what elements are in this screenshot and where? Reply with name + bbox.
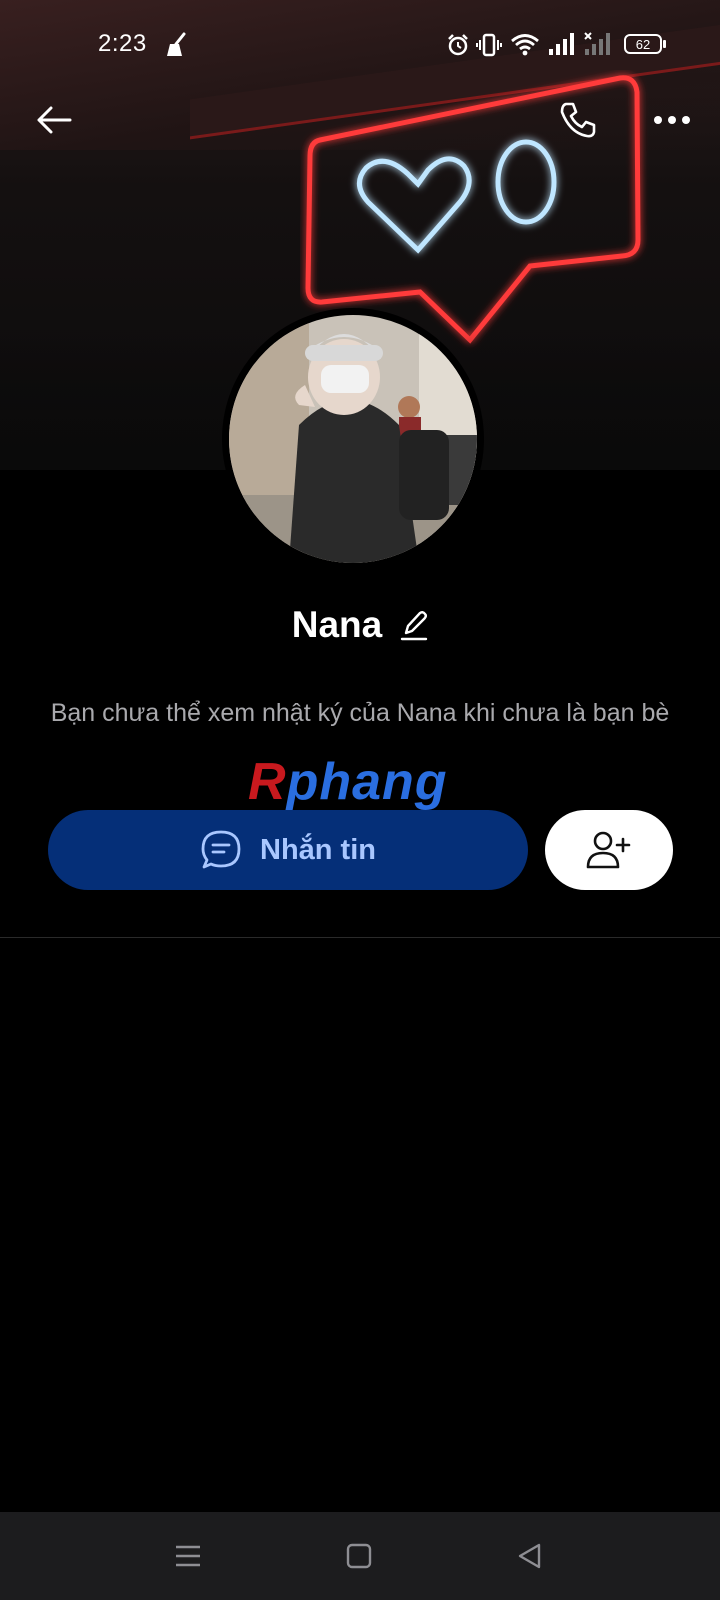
battery-level: 62 <box>635 36 651 52</box>
avatar-photo <box>229 315 477 563</box>
user-plus-icon <box>586 831 631 869</box>
signal-no-sim-icon <box>584 32 610 55</box>
system-nav-bar <box>0 1512 720 1600</box>
back-button[interactable] <box>30 96 78 144</box>
vibrate-icon <box>476 33 502 57</box>
battery-tip <box>663 40 666 48</box>
chat-bubble-icon <box>201 830 241 869</box>
wifi-icon <box>511 34 539 56</box>
alarm-icon <box>448 34 468 56</box>
pencil-icon[interactable] <box>400 609 428 641</box>
nav-home-button[interactable] <box>337 1534 381 1578</box>
private-diary-notice: Bạn chưa thể xem nhật ký của Nana khi ch… <box>50 699 670 727</box>
nav-recents-button[interactable] <box>166 1534 210 1578</box>
status-time: 2:23 <box>98 30 147 57</box>
watermark-rest: phang <box>286 753 448 811</box>
message-button[interactable]: Nhắn tin <box>48 810 528 890</box>
message-button-label: Nhắn tin <box>260 833 376 866</box>
menu-icon <box>176 1545 200 1567</box>
home-square-icon <box>346 1543 372 1569</box>
more-horizontal-icon <box>654 116 690 124</box>
arrow-left-icon <box>37 106 72 134</box>
avatar[interactable] <box>229 315 477 563</box>
battery-icon: 62 <box>624 34 662 54</box>
call-button[interactable] <box>554 96 602 144</box>
phone-icon <box>560 102 596 138</box>
profile-name: Nana <box>291 604 383 645</box>
broom-icon <box>167 32 186 56</box>
nav-back-button[interactable] <box>508 1534 552 1578</box>
signal-icon <box>549 33 574 55</box>
section-divider <box>0 937 720 938</box>
status-bar: 2:23 62 <box>0 0 720 88</box>
profile-name-row: Nana <box>0 600 720 650</box>
add-friend-button[interactable] <box>545 810 673 890</box>
back-triangle-icon <box>518 1543 541 1569</box>
more-button[interactable] <box>648 96 696 144</box>
watermark-first-letter: R <box>248 753 287 811</box>
watermark-logo: Rphang <box>248 752 448 812</box>
